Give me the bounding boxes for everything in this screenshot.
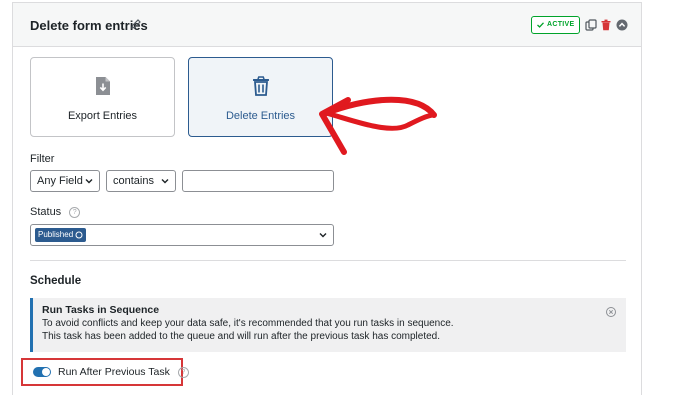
file-download-icon [95,77,110,95]
chevron-down-icon [85,179,93,184]
delete-entries-label: Delete Entries [225,110,296,122]
status-badge: ACTIVE [531,16,581,34]
run-after-previous-toggle[interactable] [33,367,51,377]
pencil-icon[interactable] [130,18,142,30]
status-label: Status ? [30,206,81,218]
status-tag-label: Published [38,230,74,239]
trash-icon[interactable] [600,19,612,31]
status-label-text: Status [30,206,62,218]
export-entries-label: Export Entries [67,110,138,122]
filter-label: Filter [30,153,55,165]
run-after-previous-highlight: Run After Previous Task ? [21,358,189,386]
help-icon[interactable]: ? [177,366,189,378]
task-panel: Delete form entries ACTIVE Export Entrie… [12,2,642,395]
sequence-notice: Run Tasks in Sequence To avoid conflicts… [30,298,626,352]
check-icon [537,22,544,28]
filter-operator-value: contains [113,175,154,187]
notice-line-2: This task has been added to the queue an… [42,331,441,342]
toggle-label: Run After Previous Task ? [58,366,189,378]
panel-header: Delete form entries ACTIVE [13,3,641,47]
duplicate-icon[interactable] [585,19,597,31]
remove-tag-icon[interactable] [75,231,83,239]
chevron-down-icon [319,233,327,238]
toggle-label-text: Run After Previous Task [58,366,170,378]
schedule-heading: Schedule [30,275,82,287]
status-tag[interactable]: Published [35,228,87,242]
toggle-knob [42,368,50,376]
section-divider [30,260,626,261]
delete-entries-tile[interactable]: Delete Entries [188,57,333,137]
badge-label: ACTIVE [547,21,575,28]
filter-field-value: Any Field [37,175,83,187]
notice-line-1: To avoid conflicts and keep your data sa… [42,318,454,329]
close-icon[interactable] [606,307,616,317]
filter-operator-select[interactable]: contains [106,170,176,192]
collapse-icon[interactable] [616,19,628,31]
chevron-down-icon [161,179,169,184]
status-multiselect[interactable]: Published [30,224,334,246]
export-entries-tile[interactable]: Export Entries [30,57,175,137]
filter-field-select[interactable]: Any Field [30,170,100,192]
notice-title: Run Tasks in Sequence [42,304,160,316]
help-icon[interactable]: ? [69,206,81,218]
filter-value-input[interactable] [182,170,334,192]
trash-icon [252,76,269,96]
